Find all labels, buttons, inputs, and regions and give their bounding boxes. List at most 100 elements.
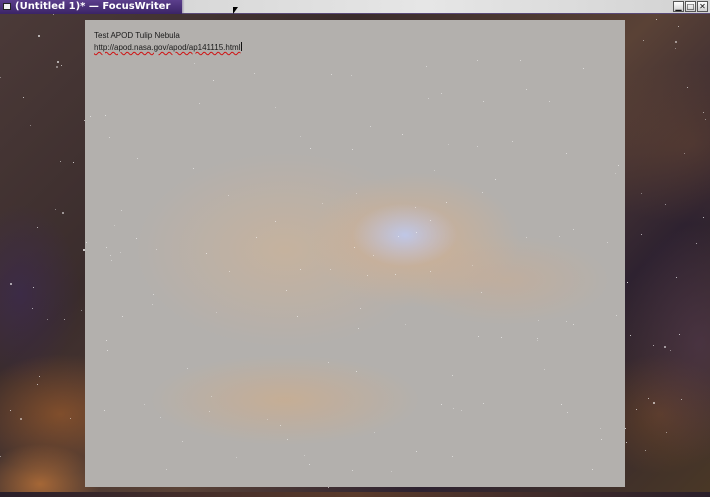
star-dot [187,368,188,369]
star-dot [416,232,417,233]
star-dot [275,221,276,222]
star-dot [120,252,121,253]
star-dot [573,229,574,230]
title-bar[interactable]: (Untitled 1)* — FocusWriter ▁ □ ✕ [0,0,710,14]
star-dot [111,260,112,261]
star-dot [229,271,230,272]
star-dot [30,125,31,126]
star-dot [664,346,666,348]
star-dot [537,338,538,339]
star-dot [675,41,677,43]
star-dot [616,315,617,316]
star-dot [304,455,305,456]
star-dot [566,153,567,154]
star-dot [373,255,374,256]
star-dot [300,136,301,137]
star-dot [696,243,697,244]
star-dot [656,19,657,20]
star-dot [679,334,680,335]
star-dot [559,236,560,237]
star-dot [206,253,207,254]
star-dot [618,165,619,166]
star-dot [300,269,301,270]
star-dot [549,101,550,102]
star-dot [453,408,454,409]
star-dot [228,195,229,196]
star-dot [441,404,442,405]
star-dot [53,14,54,15]
star-dot [0,77,1,78]
star-dot [70,418,71,419]
star-dot [448,144,449,145]
star-dot [641,234,642,235]
star-dot [90,116,91,117]
star-dot [20,418,22,420]
star-dot [110,255,111,256]
star-dot [495,179,496,180]
star-dot [356,371,357,372]
document-line[interactable]: http://apod.nasa.gov/apod/ap141115.html [94,42,243,53]
minimize-button[interactable]: ▁ [673,1,684,12]
star-dot [402,134,403,135]
star-dot [330,269,331,270]
star-dot [512,141,513,142]
star-dot [687,87,688,88]
star-dot [391,471,392,472]
close-button[interactable]: ✕ [697,1,708,12]
star-dot [10,283,12,285]
star-dot [705,119,706,120]
star-dot [643,40,644,41]
star-dot [153,294,154,295]
star-dot [60,161,61,162]
star-dot [653,345,654,346]
document-editor[interactable]: Test APOD Tulip Nebula http://apod.nasa.… [85,20,625,487]
maximize-button[interactable]: □ [685,1,696,12]
star-dot [561,404,562,405]
star-dot [567,412,568,413]
star-dot [526,237,527,238]
star-dot [538,320,539,321]
star-dot [122,316,123,317]
star-dot [199,103,200,104]
star-dot [398,236,399,237]
star-dot [144,404,145,405]
star-dot [194,63,195,64]
star-dot [275,107,276,108]
star-dot [374,432,375,433]
star-dot [193,168,194,169]
star-dot [430,271,431,272]
star-dot [236,457,237,458]
star-dot [81,310,82,311]
window-menu-icon[interactable] [3,3,11,10]
text-cursor [241,42,243,51]
document-line[interactable]: Test APOD Tulip Nebula [94,30,180,41]
star-dot [137,158,138,159]
star-dot [434,170,435,171]
star-dot [600,428,601,429]
star-dot [526,89,527,90]
star-dot [358,328,359,329]
star-dot [625,428,626,429]
star-dot [62,212,64,214]
star-dot [331,74,332,75]
star-dot [10,410,11,411]
star-dot [666,432,667,433]
star-dot [47,319,48,320]
star-dot [114,225,115,226]
star-dot [309,464,310,465]
star-dot [213,80,214,81]
star-dot [653,402,655,404]
star-dot [106,340,107,341]
star-dot [544,369,545,370]
star-dot [641,193,642,194]
star-dot [310,148,311,149]
star-dot [483,101,484,102]
star-dot [483,403,484,404]
star-dot [107,350,108,351]
star-dot [482,192,483,193]
star-dot [426,66,427,67]
star-dot [57,61,59,63]
star-dot [152,304,153,305]
star-dot [160,417,161,418]
misspelled-url-text: http://apod.nasa.gov/apod/ap141115.html [94,43,241,52]
